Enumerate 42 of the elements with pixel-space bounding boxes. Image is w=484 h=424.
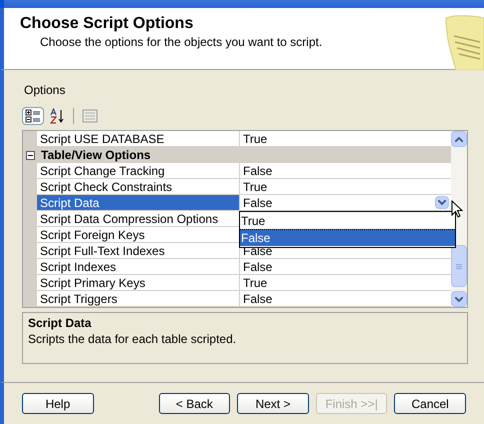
description-text: Scripts the data for each table scripted.: [28, 331, 238, 347]
scroll-thumb[interactable]: [451, 245, 467, 287]
grip-icon: [456, 264, 462, 268]
value-text: True: [243, 178, 268, 194]
chevron-down-icon: [455, 296, 463, 302]
dropdown-button[interactable]: [435, 196, 449, 209]
property-name[interactable]: Script Full-Text Indexes: [37, 243, 240, 259]
value-text: True: [243, 274, 268, 290]
collapse-icon[interactable]: [26, 150, 35, 160]
description-title: Script Data: [28, 315, 92, 331]
page-title: Choose Script Options: [20, 14, 194, 34]
property-value[interactable]: True: [240, 179, 451, 195]
property-name[interactable]: Script Change Tracking: [37, 163, 240, 179]
value-text: False: [243, 194, 272, 210]
property-name[interactable]: Script Triggers: [37, 291, 240, 307]
categorized-view-button[interactable]: [22, 107, 44, 125]
category-row[interactable]: Table/View Options: [23, 147, 451, 163]
property-name[interactable]: Script Indexes: [37, 259, 240, 275]
category-label: Table/View Options: [41, 147, 151, 163]
value-text: False: [243, 162, 272, 178]
property-value[interactable]: False: [240, 259, 451, 275]
scroll-up-button[interactable]: [451, 131, 467, 147]
property-value[interactable]: True: [240, 275, 451, 291]
options-label: Options: [24, 82, 66, 98]
chevron-down-icon: [438, 200, 446, 205]
value-text: False: [243, 290, 272, 306]
property-value[interactable]: False: [240, 163, 451, 179]
dropdown-option[interactable]: True: [240, 213, 455, 229]
cancel-button[interactable]: Cancel: [394, 393, 466, 414]
property-name[interactable]: Script Primary Keys: [37, 275, 240, 291]
help-button[interactable]: Help: [22, 393, 94, 414]
next-button[interactable]: Next >: [237, 393, 309, 414]
property-value[interactable]: False: [240, 291, 451, 307]
scrollbar[interactable]: [451, 131, 467, 307]
scroll-down-button[interactable]: [451, 291, 467, 307]
chevron-up-icon: [455, 136, 463, 142]
value-text: True: [243, 131, 268, 146]
back-button[interactable]: < Back: [158, 393, 230, 414]
property-name[interactable]: Script Data: [37, 195, 240, 211]
page-subtitle: Choose the options for the objects you want to script.: [39, 34, 324, 50]
dropdown-option[interactable]: False: [240, 229, 455, 246]
value-text: False: [243, 258, 272, 274]
